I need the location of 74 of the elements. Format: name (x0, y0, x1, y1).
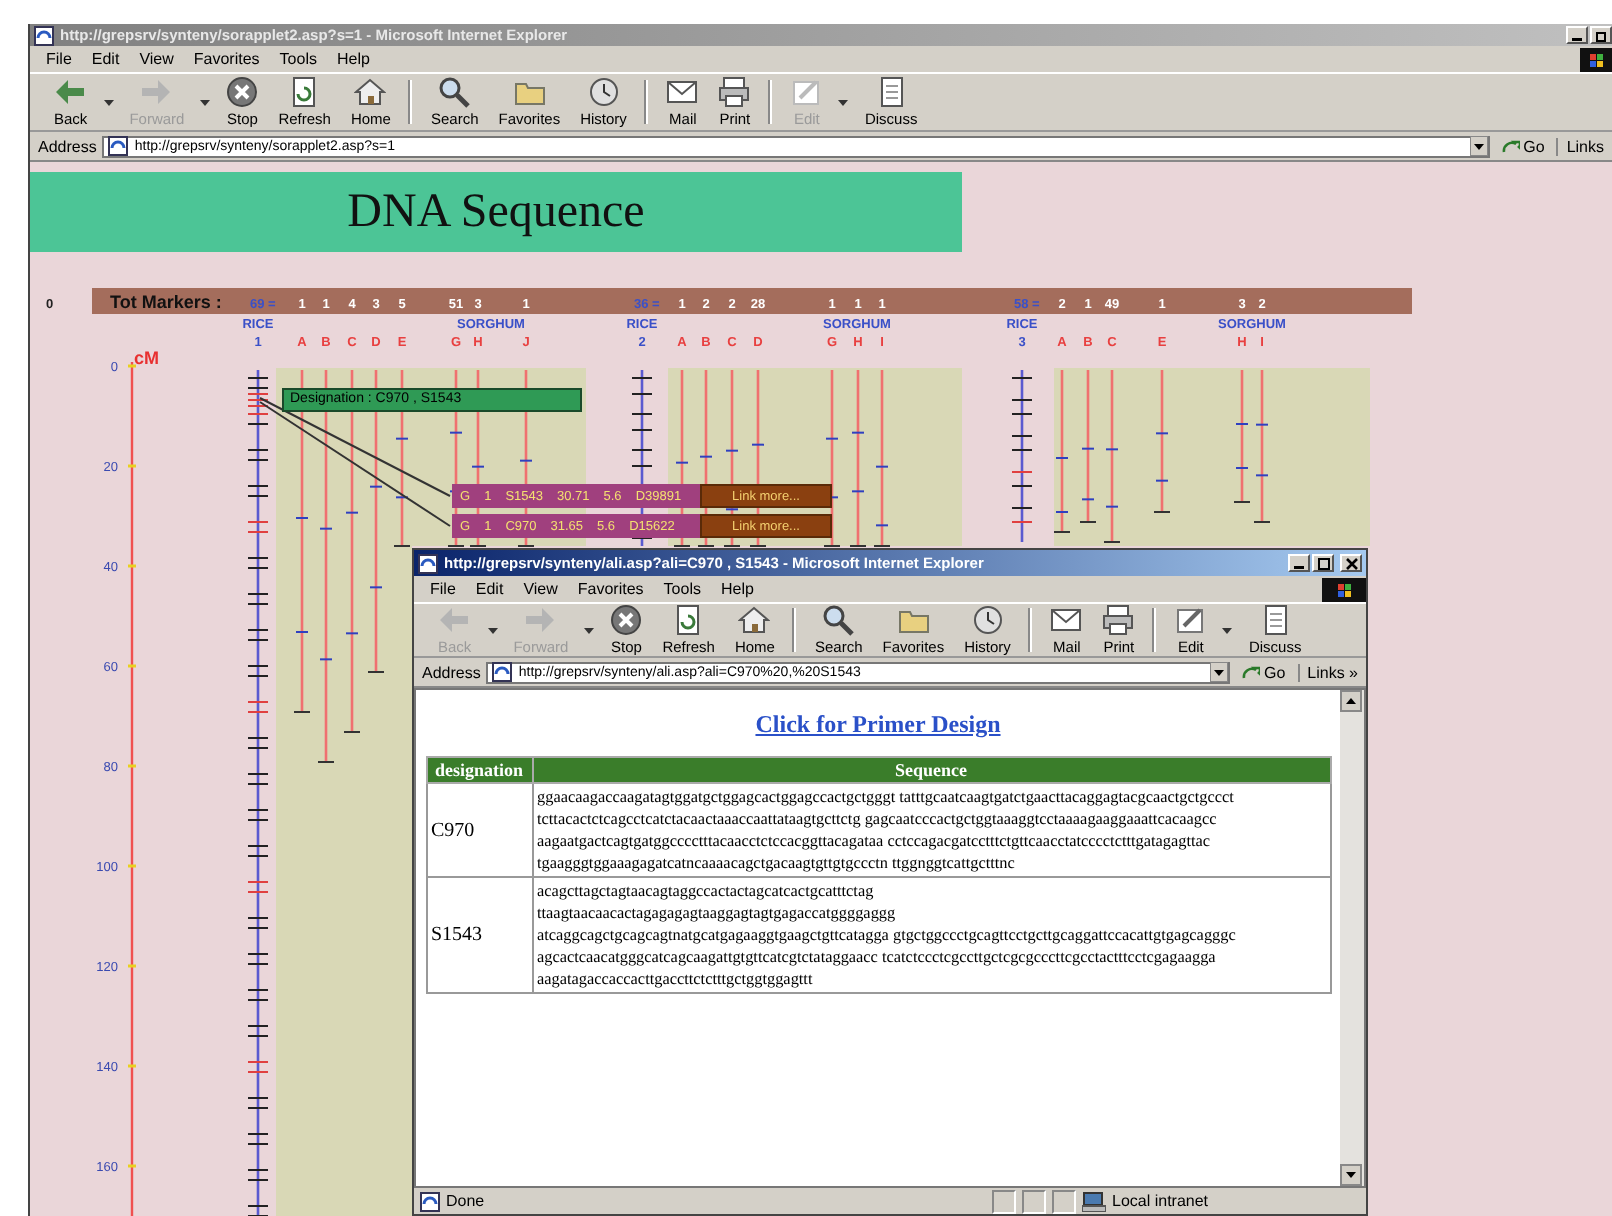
page-icon (492, 662, 513, 682)
menu-item[interactable]: View (523, 580, 558, 598)
caret-icon[interactable] (1222, 627, 1233, 633)
menu-item[interactable]: Edit (475, 580, 504, 598)
caret-icon[interactable] (584, 627, 595, 633)
table-cell: C970 (426, 783, 532, 877)
menu-item[interactable]: File (46, 50, 72, 68)
windows-logo-icon (1322, 577, 1366, 601)
minimize-button[interactable] (1288, 554, 1310, 572)
column-header: Sequence (532, 757, 1330, 783)
caret-icon[interactable] (103, 99, 114, 105)
address-label: Address (38, 137, 97, 155)
close-button[interactable] (1340, 554, 1362, 572)
unit-label: cM (134, 348, 160, 368)
menu-item[interactable]: File (430, 580, 456, 598)
menu-item[interactable]: Edit (91, 50, 120, 68)
close-icon (1345, 557, 1357, 569)
back-arrow-icon (438, 604, 471, 636)
edit-icon (1174, 604, 1207, 636)
menu-item[interactable]: View (139, 50, 174, 68)
scroll-down-icon[interactable] (1340, 1164, 1362, 1186)
page-icon (420, 1191, 440, 1211)
page-icon (108, 136, 129, 156)
menu-item[interactable]: Help (336, 50, 370, 68)
go-button[interactable]: Go (1495, 137, 1551, 155)
status-text: Done (446, 1191, 487, 1211)
windows-logo-icon (1580, 47, 1612, 71)
forward-arrow-icon (140, 76, 173, 108)
bar-label: Tot Markers : (110, 292, 222, 312)
history-icon (971, 604, 1004, 636)
back-arrow-icon (54, 76, 87, 108)
column-header: designation (426, 757, 532, 783)
menu-item[interactable]: Tools (663, 580, 701, 598)
caret-icon[interactable] (487, 627, 498, 633)
minimize-button[interactable] (1566, 26, 1588, 44)
mail-icon (1050, 604, 1083, 636)
dropdown-icon[interactable] (1209, 662, 1228, 682)
primer-design-link[interactable]: Click for Primer Design (755, 710, 1001, 740)
history-icon (587, 76, 620, 108)
menu-item[interactable]: Favorites (193, 50, 260, 68)
menu-item[interactable]: Help (720, 580, 754, 598)
status-pane (992, 1189, 1016, 1213)
marker-track (1233, 370, 1251, 503)
maximize-button[interactable] (1590, 26, 1612, 44)
page-title: DNA Sequence (347, 185, 645, 239)
marker-track (1153, 370, 1171, 513)
maximize-icon (1317, 557, 1329, 569)
status-pane (1052, 1189, 1076, 1213)
sequence-cell: ggaacaagaccaagatagtggatgctggagcactggagccactgctgggt tatttgcaatcaagtgatctgaacttacaggagtacgcaactgctgccct tcttacactctcagcctcatctacaactaaaccaattataagtgcttctg gagcaatcccactgctggtaaaggtcctaaaagaaggaaattcacaagcc aagaatgactcagtgatggcccctttacaacctctccacggttacagataa cctccagacgatcctttctgttcaacctatcccctctttgatagagttac tgaagggtggaaagagatcatncaaaacagctgacaagtgttgtgccctn ttggnggtcattgctttnc (532, 783, 1330, 877)
menu-item[interactable]: Tools (279, 50, 317, 68)
sequence-cell: acagcttagctagtaacagtaggccactactagcatcactgcatttctag ttaagtaacaacactagagagagtaaggagtagtgagaccatggggaggg atcaggcagctgcagcagtnatgcatgagaaggtgaagctgttcatagga gtgctggccctgcagttcctgcttgcaggattccacattgtgagcagggc agcactcaacatgggcatcagcaagattgtgttcatcgtctataggaacc tcatctccctcgccttgctcgcgcccttcgcctactttcctcgagaagga aagatagaccaccacttgaccttctctttgctggtggagttt (532, 877, 1330, 993)
table-cell: S1543 (426, 877, 532, 993)
dropdown-icon[interactable] (1469, 136, 1488, 156)
search-icon (438, 76, 471, 108)
home-icon (354, 76, 387, 108)
zone-label: Local intranet (1112, 1191, 1209, 1211)
links-button[interactable]: Links (1556, 137, 1612, 155)
address-label: Address (422, 663, 481, 681)
search-icon (822, 604, 855, 636)
status-pane (1022, 1189, 1046, 1213)
caret-icon[interactable] (200, 99, 211, 105)
scrollbar[interactable] (1340, 690, 1364, 1186)
menu-item[interactable]: Favorites (577, 580, 644, 598)
maximize-button[interactable] (1312, 554, 1334, 572)
mail-icon (666, 76, 699, 108)
scroll-up-icon[interactable] (1340, 690, 1362, 712)
edit-icon (790, 76, 823, 108)
links-button[interactable]: Links » (1297, 663, 1366, 681)
go-button[interactable]: Go (1235, 663, 1292, 681)
forward-arrow-icon (524, 604, 557, 636)
caret-icon[interactable] (838, 99, 849, 105)
restore-icon (1595, 29, 1607, 41)
home-icon (738, 604, 771, 636)
computer-icon (1082, 1191, 1106, 1211)
